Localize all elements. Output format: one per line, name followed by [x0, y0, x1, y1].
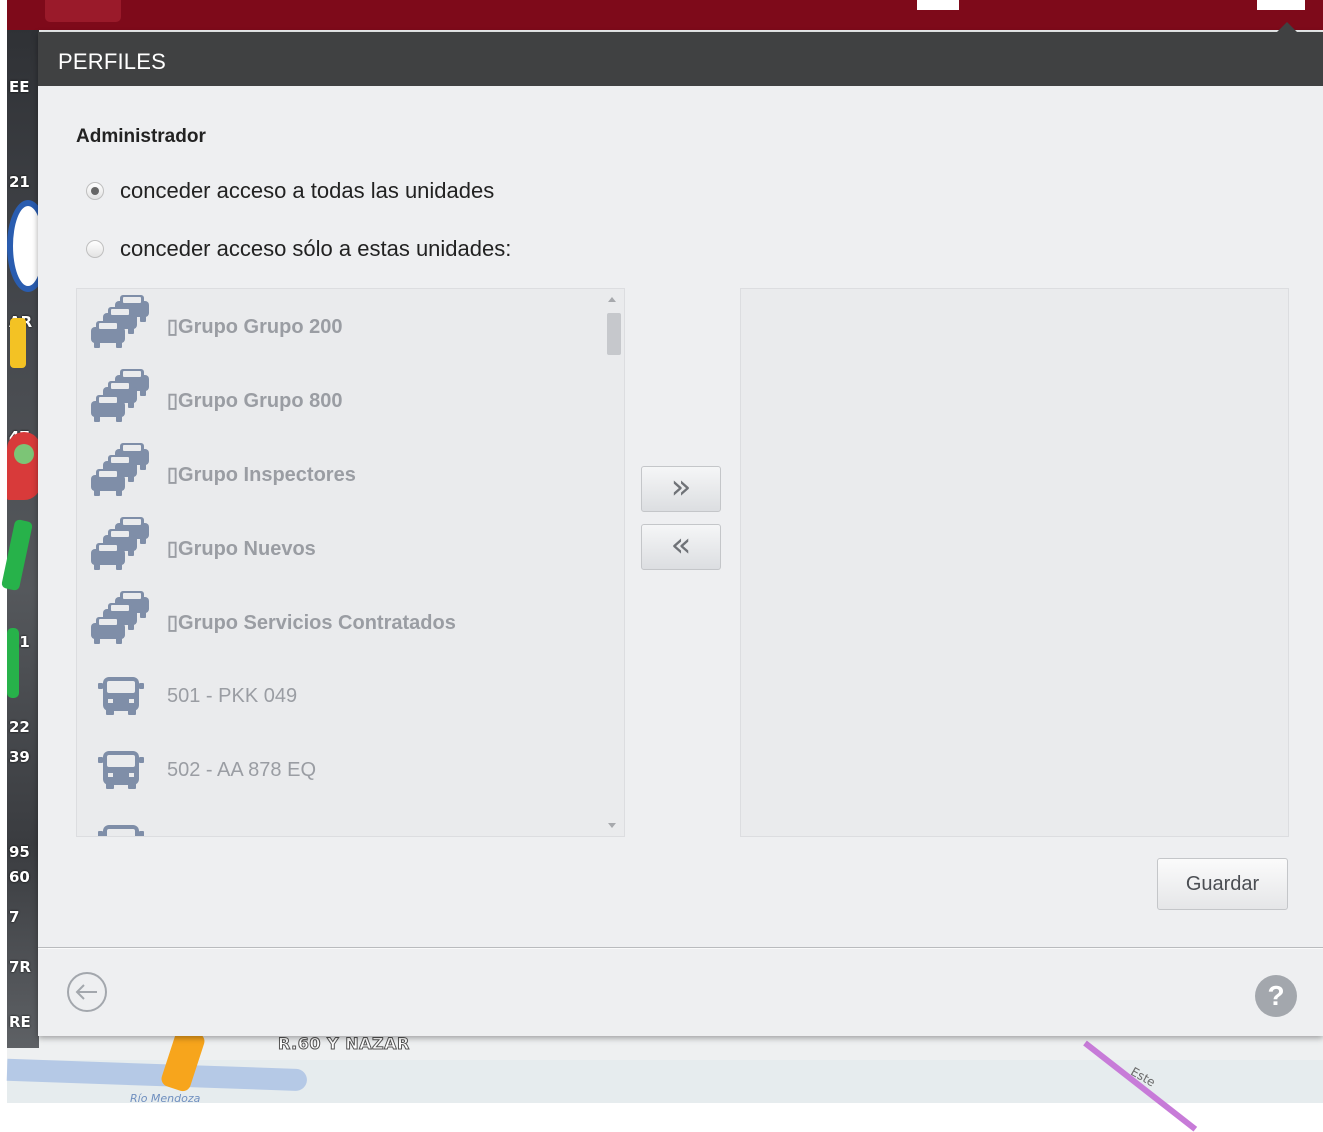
list-scrollbar[interactable] [604, 289, 624, 836]
radio-selected-units[interactable]: conceder acceso sólo a estas unidades: [86, 236, 511, 262]
unit-list-items: ▯Grupo Grupo 200 ▯Grupo Grupo 800 ▯Grupo… [77, 289, 604, 836]
map-road-label: R.60 Y NAZAR [278, 1034, 410, 1054]
map-pin-icon[interactable] [7, 432, 41, 500]
list-item[interactable]: 502 - AA 878 EQ [77, 733, 604, 807]
bus-icon [77, 733, 157, 807]
list-item[interactable]: ▯Grupo Grupo 200 [77, 289, 604, 363]
dialog-title: PERFILES [58, 49, 166, 74]
profile-name: Administrador [76, 126, 206, 147]
radio-all-label: conceder acceso a todas las unidades [120, 178, 495, 203]
app-topbar [7, 0, 1323, 30]
back-arrow-icon[interactable] [66, 971, 108, 1013]
footer-divider-highlight [38, 948, 1323, 949]
list-item-label: ▯Grupo Grupo 200 [167, 315, 343, 338]
car-group-icon [77, 289, 157, 363]
list-item-label: ▯Grupo Nuevos [167, 537, 316, 560]
bus-icon [77, 659, 157, 733]
selected-units-list[interactable] [740, 288, 1289, 837]
car-group-icon [77, 363, 157, 437]
list-item[interactable]: 501 - PKK 049 [77, 659, 604, 733]
map-marker-green [7, 628, 19, 698]
radio-button-unchecked[interactable] [86, 240, 104, 258]
scroll-down-arrow[interactable] [608, 823, 616, 828]
profiles-dialog: PERFILES Administrador conceder acceso a… [38, 22, 1323, 1036]
car-group-icon [77, 585, 157, 659]
map-river-label: Río Mendoza [130, 1092, 201, 1105]
topbar-button[interactable] [917, 0, 959, 10]
list-item[interactable]: ▯Grupo Grupo 800 [77, 363, 604, 437]
topbar-button[interactable] [1257, 0, 1305, 10]
car-group-icon [77, 437, 157, 511]
remove-units-button[interactable]: « [641, 524, 721, 570]
add-units-button[interactable]: » [641, 466, 721, 512]
bus-icon [77, 807, 157, 836]
map-marker-yellow [10, 318, 26, 368]
list-item-label: ▯Grupo Inspectores [167, 463, 356, 486]
car-group-icon [77, 511, 157, 585]
list-item-label: 502 - AA 878 EQ [167, 758, 316, 781]
list-item[interactable]: ▯Grupo Servicios Contratados [77, 585, 604, 659]
radio-button-checked[interactable] [86, 182, 104, 200]
list-item[interactable]: ▯Grupo Inspectores [77, 437, 604, 511]
dialog-notch [1277, 22, 1297, 32]
scroll-up-arrow[interactable] [608, 297, 616, 302]
list-item[interactable]: ▯Grupo Nuevos [77, 511, 604, 585]
dialog-header: PERFILES [38, 22, 1323, 86]
list-item-label: ▯Grupo Servicios Contratados [167, 611, 456, 634]
list-item[interactable] [77, 807, 604, 836]
available-units-list[interactable]: ▯Grupo Grupo 200 ▯Grupo Grupo 800 ▯Grupo… [76, 288, 625, 837]
scroll-thumb[interactable] [607, 313, 621, 355]
list-item-label: ▯Grupo Grupo 800 [167, 389, 343, 412]
radio-all-units[interactable]: conceder acceso a todas las unidades [86, 178, 494, 204]
radio-some-label: conceder acceso sólo a estas unidades: [120, 236, 512, 261]
list-item-label: 501 - PKK 049 [167, 684, 298, 707]
save-button[interactable]: Guardar [1157, 858, 1288, 910]
topbar-menu-button[interactable] [45, 0, 121, 22]
help-icon[interactable]: ? [1255, 975, 1297, 1017]
